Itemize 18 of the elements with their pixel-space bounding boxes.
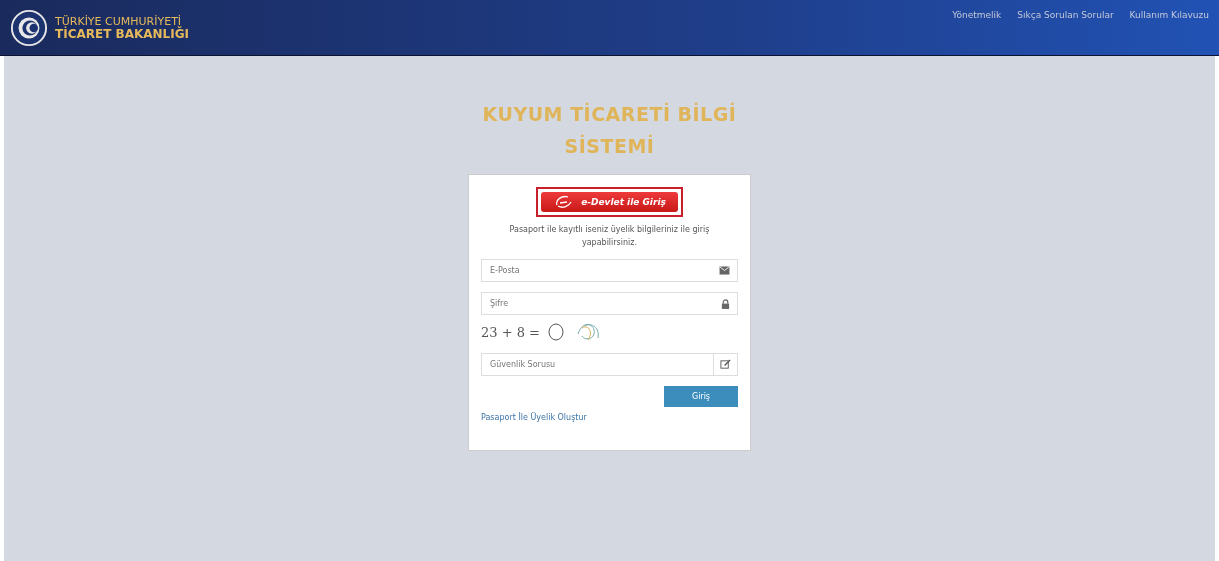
ministry-name-line: TİCARET BAKANLIĞI (55, 27, 190, 41)
security-question-field[interactable]: Güvenlik Sorusu (481, 353, 714, 376)
edevlet-login-button[interactable]: e-Devlet ile Giriş (541, 192, 678, 212)
nav-link[interactable]: Yönetmelik (952, 10, 1002, 20)
lock-icon (721, 299, 730, 309)
emblem-icon (10, 8, 48, 47)
register-link[interactable]: Pasaport İle Üyelik Oluştur (481, 413, 738, 422)
system-title: KUYUM TİCARETİ BİLGİ SİSTEMİ (481, 101, 738, 159)
edit-icon (720, 359, 731, 370)
captcha-image: 23 + 8 = (481, 319, 602, 345)
login-button[interactable]: Giriş (664, 386, 738, 407)
input-field[interactable]: Şifre (481, 292, 738, 315)
input-field[interactable]: E-Posta (481, 259, 738, 282)
info-text: Pasaport ile kayıtlı iseniz üyelik bilgileriniz ile giriş yapabilirsiniz. (508, 224, 711, 249)
nav-link[interactable]: Kullanım Kılavuzu (1129, 10, 1209, 20)
e-logo-icon (553, 195, 574, 209)
nav-link[interactable]: Sıkça Sorulan Sorular (1017, 10, 1114, 20)
envelope-icon (719, 266, 730, 275)
